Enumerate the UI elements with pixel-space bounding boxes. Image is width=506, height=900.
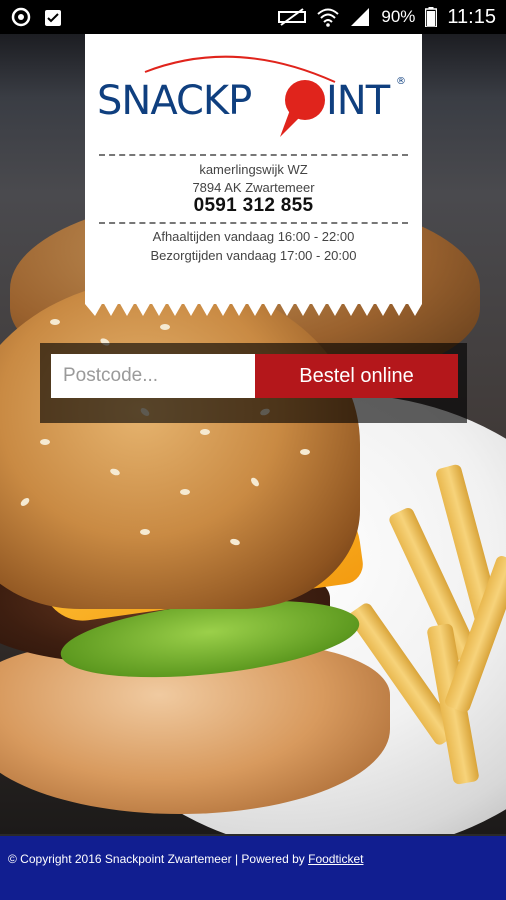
footer: © Copyright 2016 Snackpoint Zwartemeer |…	[0, 836, 506, 900]
copyright-text: © Copyright 2016 Snackpoint Zwartemeer |…	[8, 852, 309, 866]
sync-icon	[10, 6, 32, 28]
address-postal-city: 7894 AK Zwartemeer	[192, 180, 315, 195]
registered-mark: ®	[396, 76, 406, 87]
clipboard-check-icon	[42, 6, 64, 28]
divider	[99, 222, 408, 224]
battery-percentage: 90%	[381, 7, 416, 26]
store-info-card: SNACKP INT ® kamerlingswijk WZ 7894 AK Z…	[85, 34, 422, 304]
logo-text-left: SNACKP	[97, 78, 251, 124]
logo-text-right: INT	[326, 78, 391, 124]
snackpoint-logo: SNACKP INT ®	[97, 55, 406, 137]
pickup-hours: Afhaaltijden vandaag 16:00 - 22:00	[152, 229, 355, 244]
clock: 11:15	[447, 5, 496, 28]
postcode-input[interactable]	[51, 354, 255, 398]
wifi-icon	[317, 7, 340, 27]
phone-number[interactable]: 0591 312 855	[85, 195, 422, 217]
mute-icon	[277, 7, 307, 27]
status-bar: 90% 11:15	[0, 0, 506, 34]
foodticket-link[interactable]: Foodticket	[308, 852, 363, 866]
signal-icon	[349, 7, 371, 27]
battery-icon	[425, 7, 438, 27]
delivery-hours: Bezorgtijden vandaag 17:00 - 20:00	[150, 248, 357, 263]
order-online-button[interactable]: Bestel online	[255, 354, 458, 398]
address-street: kamerlingswijk WZ	[199, 162, 308, 177]
order-form: Bestel online	[40, 343, 467, 423]
receipt-torn-edge	[85, 296, 422, 316]
divider	[99, 154, 408, 156]
